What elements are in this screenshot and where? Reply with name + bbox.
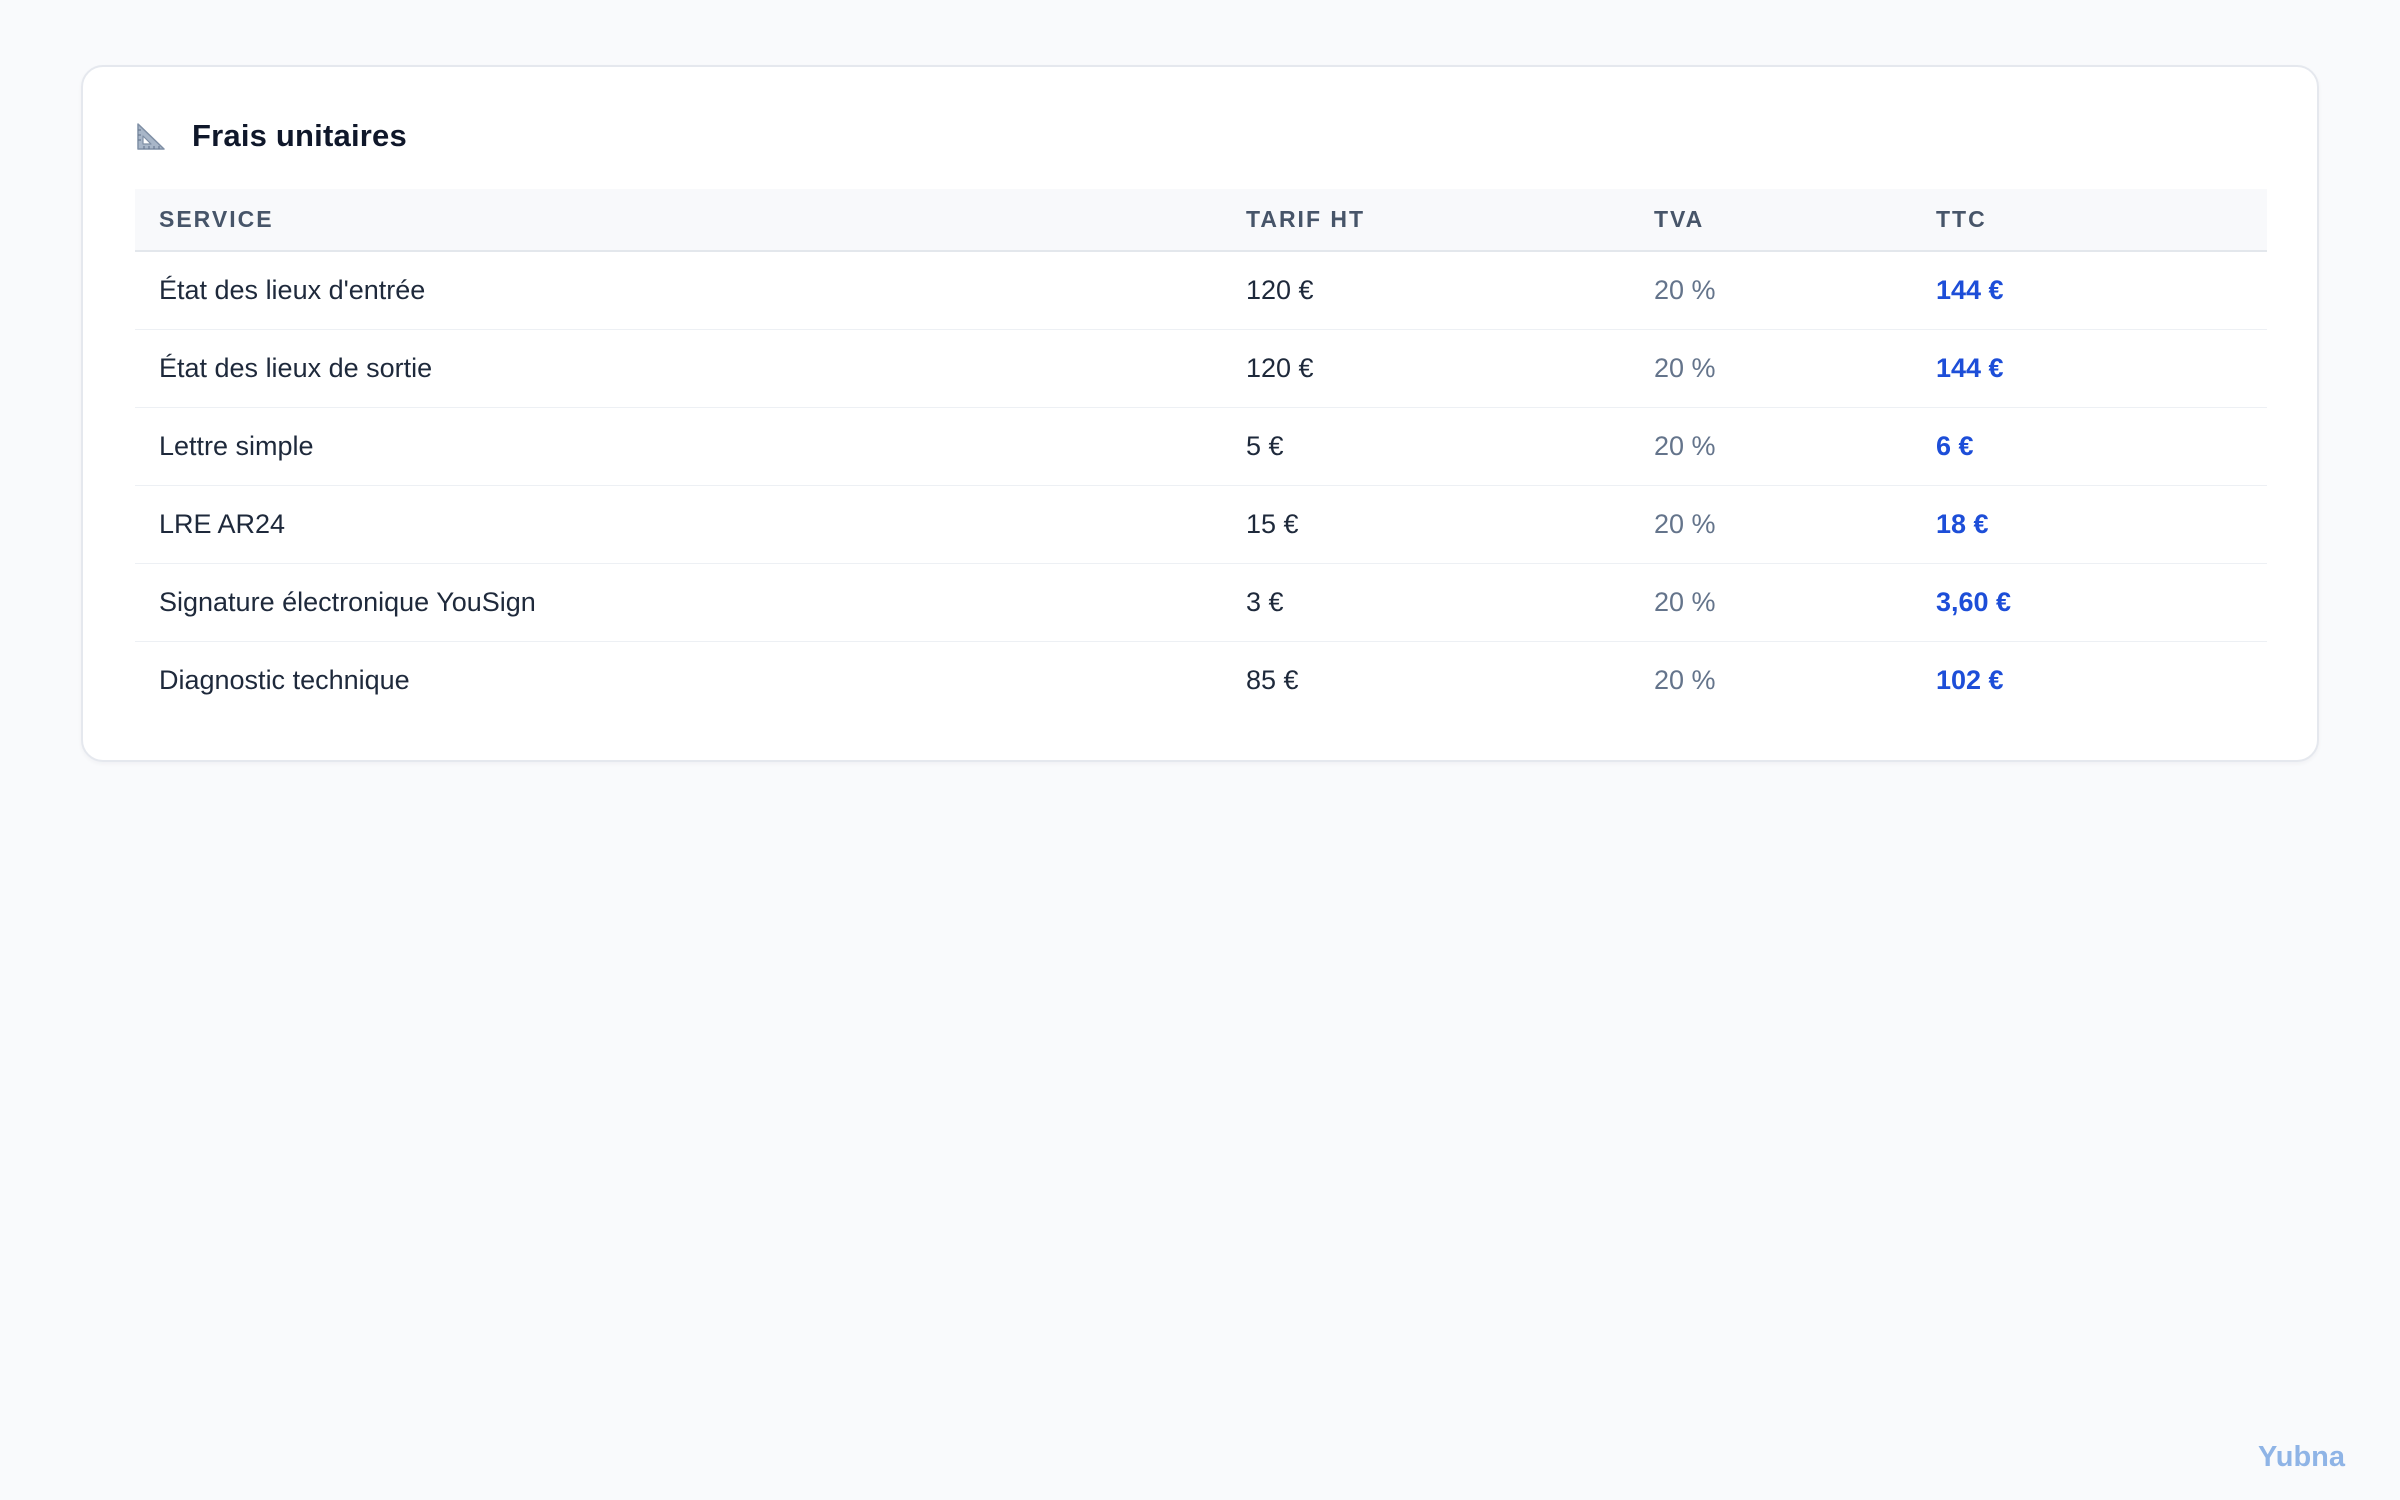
service-cell: LRE AR24 bbox=[135, 485, 1246, 564]
table-row: État des lieux d'entrée 120 € 20 % 144 € bbox=[135, 251, 2267, 330]
column-header-tarif-ht: TARIF HT bbox=[1246, 189, 1654, 252]
table-row: Lettre simple 5 € 20 % 6 € bbox=[135, 407, 2267, 486]
ttc-cell: 6 € bbox=[1936, 407, 2267, 486]
column-header-tva: TVA bbox=[1654, 189, 1936, 252]
table-row: LRE AR24 15 € 20 % 18 € bbox=[135, 485, 2267, 564]
tarif-ht-cell: 120 € bbox=[1246, 329, 1654, 408]
service-cell: État des lieux d'entrée bbox=[135, 251, 1246, 330]
fees-card: Frais unitaires SERVICE TARIF HT TVA TTC… bbox=[81, 65, 2319, 762]
tarif-ht-cell: 15 € bbox=[1246, 485, 1654, 564]
table-header-row: SERVICE TARIF HT TVA TTC bbox=[135, 189, 2267, 252]
ttc-cell: 3,60 € bbox=[1936, 563, 2267, 642]
ttc-cell: 144 € bbox=[1936, 251, 2267, 330]
tva-cell: 20 % bbox=[1654, 407, 1936, 486]
tva-cell: 20 % bbox=[1654, 664, 1716, 695]
ttc-cell: 144 € bbox=[1936, 329, 2267, 408]
table-row: État des lieux de sortie 120 € 20 % 144 … bbox=[135, 329, 2267, 408]
tva-cell: 20 % bbox=[1654, 563, 1936, 642]
tva-cell: 20 % bbox=[1654, 251, 1936, 330]
tarif-ht-cell: 3 € bbox=[1246, 563, 1654, 642]
service-cell: Diagnostic technique bbox=[159, 664, 410, 695]
service-cell: Signature électronique YouSign bbox=[135, 563, 1246, 642]
column-header-service: SERVICE bbox=[135, 189, 1246, 252]
table-row: Diagnostic technique 85 € 20 % 102 € bbox=[135, 641, 2267, 719]
tarif-ht-cell: 85 € bbox=[1246, 664, 1299, 695]
tarif-ht-cell: 120 € bbox=[1246, 251, 1654, 330]
tarif-ht-cell: 5 € bbox=[1246, 407, 1654, 486]
column-header-ttc: TTC bbox=[1936, 189, 2267, 252]
card-header: Frais unitaires bbox=[134, 115, 407, 157]
ttc-cell: 102 € bbox=[1936, 664, 2004, 695]
service-cell: Lettre simple bbox=[135, 407, 1246, 486]
table-row: Signature électronique YouSign 3 € 20 % … bbox=[135, 563, 2267, 642]
brand-logo-text: Yubna bbox=[2257, 1441, 2345, 1473]
service-cell: État des lieux de sortie bbox=[135, 329, 1246, 408]
fees-table: SERVICE TARIF HT TVA TTC État des lieux … bbox=[135, 189, 2267, 719]
triangular-ruler-icon bbox=[134, 119, 168, 153]
tva-cell: 20 % bbox=[1654, 329, 1936, 408]
ttc-cell: 18 € bbox=[1936, 485, 2267, 564]
tva-cell: 20 % bbox=[1654, 485, 1936, 564]
card-title: Frais unitaires bbox=[192, 118, 407, 153]
